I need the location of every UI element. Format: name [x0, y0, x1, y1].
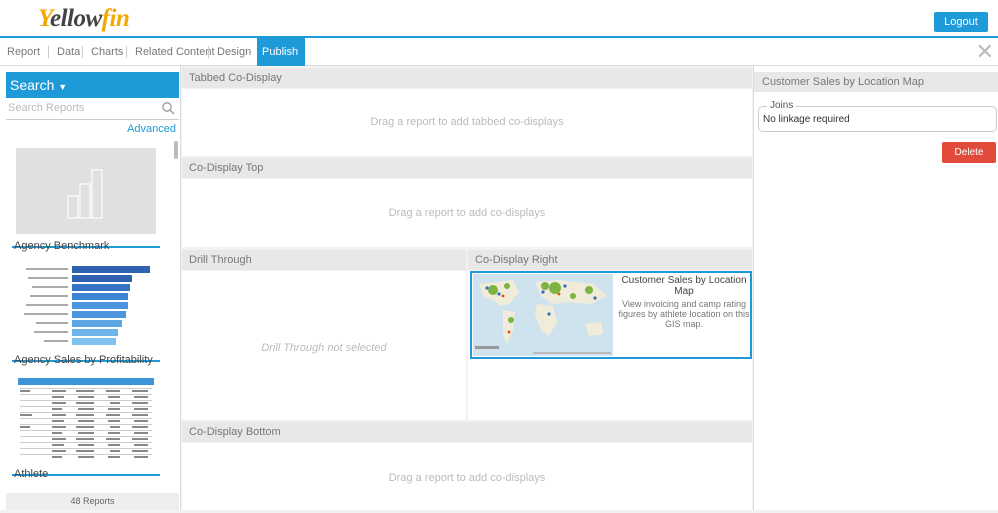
report-card[interactable]: Agency Benchmark: [12, 144, 160, 252]
report-card[interactable]: Athlete: [12, 372, 160, 480]
tab-divider: [82, 46, 83, 58]
joins-value: No linkage required: [763, 114, 850, 125]
dropzone-hint: Drag a report to add co-displays: [388, 472, 546, 484]
table-thumbnail: [18, 378, 154, 458]
report-thumbnail: [16, 262, 156, 348]
search-menu-button[interactable]: Search ▼: [6, 72, 179, 98]
drill-through-header: Drill Through: [182, 250, 466, 270]
tabbed-codisplay-dropzone[interactable]: Drag a report to add tabbed co-displays: [182, 89, 752, 156]
tab-divider: [208, 46, 209, 58]
panel-title: Customer Sales by Location Map: [754, 72, 998, 92]
tab-divider: [126, 46, 127, 58]
logout-button[interactable]: Logout: [934, 12, 988, 32]
drill-through-hint: Drill Through not selected: [261, 342, 387, 354]
properties-panel: Customer Sales by Location Map Joins No …: [753, 66, 998, 510]
tab-divider: [48, 46, 49, 58]
sidebar-scrollbar[interactable]: [174, 141, 178, 159]
top-bar: Yellowfin Logout: [0, 0, 998, 38]
close-icon[interactable]: ✕: [976, 41, 994, 63]
codisplay-right-header: Co-Display Right: [468, 250, 752, 270]
codisplay-top-dropzone[interactable]: Drag a report to add co-displays: [182, 179, 752, 247]
tab-related-content[interactable]: Related Content: [130, 38, 220, 66]
caret-down-icon: ▼: [58, 82, 68, 92]
drill-through-dropzone[interactable]: Drill Through not selected: [182, 271, 466, 420]
report-card-title: Customer Sales by Location Map: [621, 275, 747, 297]
yellowfin-logo[interactable]: Yellowfin: [38, 5, 130, 33]
tabbed-codisplay-header: Tabbed Co-Display: [182, 68, 752, 88]
bar-chart-thumbnail: [24, 266, 150, 345]
tab-charts[interactable]: Charts: [86, 38, 128, 66]
codisplay-top-header: Co-Display Top: [182, 158, 752, 178]
report-card-selected[interactable]: Customer Sales by Location Map View invo…: [470, 271, 752, 359]
joins-field[interactable]: Joins No linkage required: [758, 100, 997, 132]
report-card-description: View invoicing and camp rating figures b…: [618, 299, 750, 329]
joins-label: Joins: [767, 100, 797, 111]
tab-bar: Report Data Charts Related Content Desig…: [0, 38, 998, 66]
tab-design[interactable]: Design: [212, 38, 256, 66]
tab-publish[interactable]: Publish: [257, 38, 305, 66]
dropzone-hint: Drag a report to add co-displays: [388, 207, 546, 219]
search-box: [6, 98, 179, 120]
map-thumbnail: [473, 274, 613, 356]
report-card[interactable]: Agency Sales by Profitability: [12, 258, 160, 366]
search-icon[interactable]: [161, 101, 175, 120]
delete-button[interactable]: Delete: [942, 142, 996, 163]
codisplay-bottom-header: Co-Display Bottom: [182, 422, 752, 442]
bar-chart-icon: [67, 169, 103, 219]
tab-data[interactable]: Data: [52, 38, 85, 66]
dropzone-hint: Drag a report to add tabbed co-displays: [370, 116, 564, 128]
search-input[interactable]: [6, 98, 156, 118]
report-thumbnail: [16, 148, 156, 234]
advanced-search-link[interactable]: Advanced: [127, 123, 176, 135]
report-count: 48 Reports: [6, 493, 179, 510]
report-sidebar: Search ▼ Advanced Agency Benchmark: [0, 66, 181, 510]
tab-report[interactable]: Report: [2, 38, 45, 66]
report-card-label: Agency Sales by Profitability: [14, 354, 153, 366]
report-thumbnail: [16, 376, 156, 462]
report-card-label: Athlete: [14, 468, 49, 480]
report-card-label: Agency Benchmark: [14, 240, 110, 252]
codisplay-bottom-dropzone[interactable]: Drag a report to add co-displays: [182, 443, 752, 510]
